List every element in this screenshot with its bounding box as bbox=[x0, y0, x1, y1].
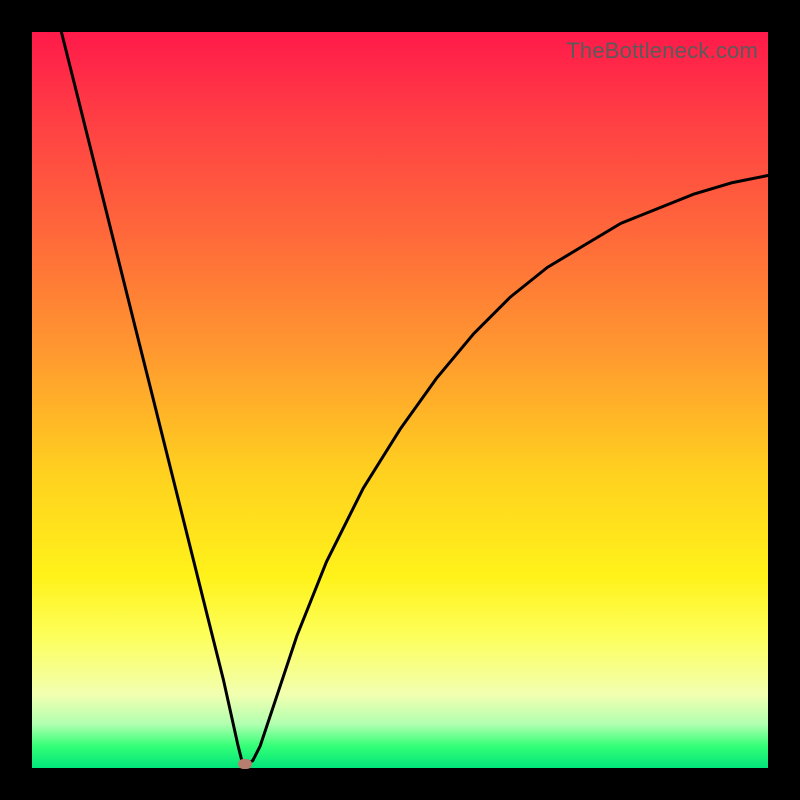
attribution-label: TheBottleneck.com bbox=[566, 38, 758, 64]
bottleneck-curve bbox=[32, 32, 768, 768]
plot-area: TheBottleneck.com bbox=[32, 32, 768, 768]
optimum-marker bbox=[238, 759, 252, 769]
chart-frame: TheBottleneck.com bbox=[0, 0, 800, 800]
